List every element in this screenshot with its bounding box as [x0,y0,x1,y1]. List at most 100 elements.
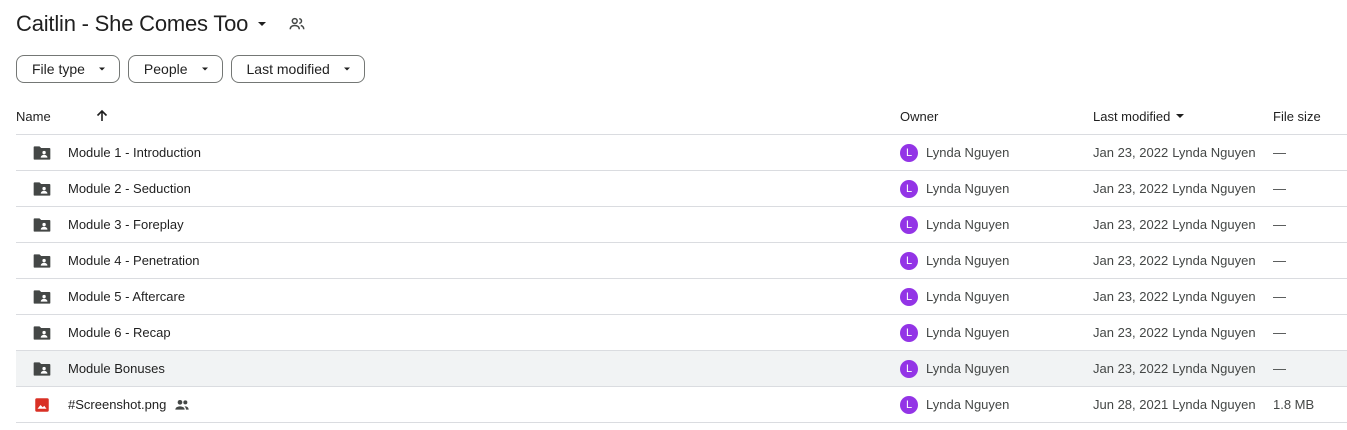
last-modified-filter[interactable]: Last modified [230,55,365,83]
page-title[interactable]: Caitlin - She Comes Too [16,11,248,37]
owner-name: Lynda Nguyen [926,145,1010,160]
caret-down-icon [97,64,107,74]
file-name: Module 3 - Foreplay [68,217,184,232]
filter-label: File type [32,61,85,77]
modified-by: Lynda Nguyen [1172,289,1256,304]
file-size-cell: — [1273,217,1286,232]
table-row[interactable]: Module 2 - Seduction L Lynda Nguyen Jan … [16,171,1347,207]
file-size-cell: — [1273,145,1286,160]
name-cell: Module Bonuses [16,359,165,379]
file-size: — [1273,145,1286,160]
owner-name: Lynda Nguyen [926,397,1010,412]
caret-down-icon [342,64,352,74]
file-size-cell: — [1273,325,1286,340]
shared-folder-icon [32,143,52,163]
modified-by: Lynda Nguyen [1172,217,1256,232]
table-row[interactable]: Module 6 - Recap L Lynda Nguyen Jan 23, … [16,315,1347,351]
modified-date: Jan 23, 2022 [1093,361,1169,376]
modified-date: Jan 23, 2022 [1093,145,1169,160]
modified-by: Lynda Nguyen [1172,397,1256,412]
owner-name: Lynda Nguyen [926,217,1010,232]
file-name: Module 4 - Penetration [68,253,200,268]
avatar[interactable]: L [900,359,918,378]
caret-down-icon[interactable] [256,18,268,30]
file-name: Module 1 - Introduction [68,145,201,160]
last-modified-cell: Jan 23, 2022 Lynda Nguyen [1093,145,1256,160]
filter-label: People [143,61,188,77]
shared-people-icon[interactable] [288,15,306,33]
owner-cell: L Lynda Nguyen [900,323,1009,342]
last-modified-cell: Jan 23, 2022 Lynda Nguyen [1093,361,1256,376]
column-label: Last modified [1093,108,1171,124]
sort-arrow-up-icon[interactable] [95,109,109,123]
avatar[interactable]: L [900,323,918,342]
name-cell: #Screenshot.png [16,395,190,415]
name-cell: Module 2 - Seduction [16,179,191,199]
people-filter[interactable]: People [127,55,223,83]
last-modified-cell: Jun 28, 2021 Lynda Nguyen [1093,397,1256,412]
avatar[interactable]: L [900,215,918,234]
name-cell: Module 5 - Aftercare [16,287,185,307]
file-size: — [1273,181,1286,196]
shared-folder-icon [32,251,52,271]
owner-cell: L Lynda Nguyen [900,143,1010,162]
last-modified-cell: Jan 23, 2022 Lynda Nguyen [1093,181,1256,196]
folder-title-bar: Caitlin - She Comes Too [16,8,306,40]
file-size: — [1273,361,1286,376]
file-size: — [1273,217,1286,232]
table-row[interactable]: #Screenshot.png L Lynda Nguyen Jun 28, 2… [16,387,1347,423]
filter-chips: File type People Last modified [16,55,365,83]
table-row[interactable]: Module 1 - Introduction L Lynda Nguyen J… [16,135,1347,171]
file-size-cell: — [1273,289,1286,304]
owner-cell: L Lynda Nguyen [900,395,1010,414]
modified-date: Jan 23, 2022 [1093,253,1169,268]
file-size-cell: — [1273,361,1286,376]
file-size: — [1273,325,1286,340]
owner-cell: L Lynda Nguyen [900,359,1010,378]
file-table: Name Owner Last modified File size Modul… [16,98,1347,423]
table-row[interactable]: Module 4 - Penetration L Lynda Nguyen Ja… [16,243,1347,279]
caret-down-icon [1174,110,1186,122]
modified-by: Lynda Nguyen [1172,181,1256,196]
modified-date: Jun 28, 2021 [1093,397,1169,412]
file-type-filter[interactable]: File type [16,55,120,83]
avatar[interactable]: L [900,395,918,414]
table-row[interactable]: Module 3 - Foreplay L Lynda Nguyen Jan 2… [16,207,1347,243]
file-size-cell: — [1273,181,1286,196]
owner-name: Lynda Nguyen [926,181,1010,196]
modified-date: Jan 23, 2022 [1093,181,1169,196]
file-name: Module 2 - Seduction [68,181,191,196]
name-column-header[interactable]: Name [16,109,109,124]
avatar[interactable]: L [900,143,918,162]
file-name: #Screenshot.png [68,397,167,412]
last-modified-column-header[interactable]: Last modified [1093,109,1186,124]
owner-cell: L Lynda Nguyen [900,179,1010,198]
column-label: Owner [900,108,939,124]
file-size: — [1273,289,1286,304]
column-label: Name [16,108,51,124]
owner-name: Lynda Nguyen [926,361,1010,376]
last-modified-cell: Jan 23, 2022 Lynda Nguyen [1093,289,1256,304]
owner-name: Lynda Nguyen [926,289,1010,304]
shared-folder-icon [32,179,52,199]
file-size: 1.8 MB [1273,397,1315,412]
table-header: Name Owner Last modified File size [16,98,1347,135]
file-name: Module 5 - Aftercare [68,289,186,304]
last-modified-cell: Jan 23, 2022 Lynda Nguyen [1093,325,1256,340]
name-cell: Module 4 - Penetration [16,251,200,271]
avatar[interactable]: L [900,251,918,270]
shared-folder-icon [32,287,52,307]
file-size-cell: 1.8 MB [1273,397,1314,412]
filter-label: Last modified [246,61,330,77]
table-row[interactable]: Module 5 - Aftercare L Lynda Nguyen Jan … [16,279,1347,315]
file-size-cell: — [1273,253,1286,268]
avatar[interactable]: L [900,287,918,306]
file-name: Module 6 - Recap [68,325,171,340]
column-label: File size [1273,108,1321,124]
owner-cell: L Lynda Nguyen [900,215,1010,234]
modified-date: Jan 23, 2022 [1093,217,1169,232]
file-size: — [1273,253,1286,268]
avatar[interactable]: L [900,179,918,198]
table-row[interactable]: Module Bonuses L Lynda Nguyen Jan 23, 20… [16,351,1347,387]
modified-by: Lynda Nguyen [1172,325,1256,340]
